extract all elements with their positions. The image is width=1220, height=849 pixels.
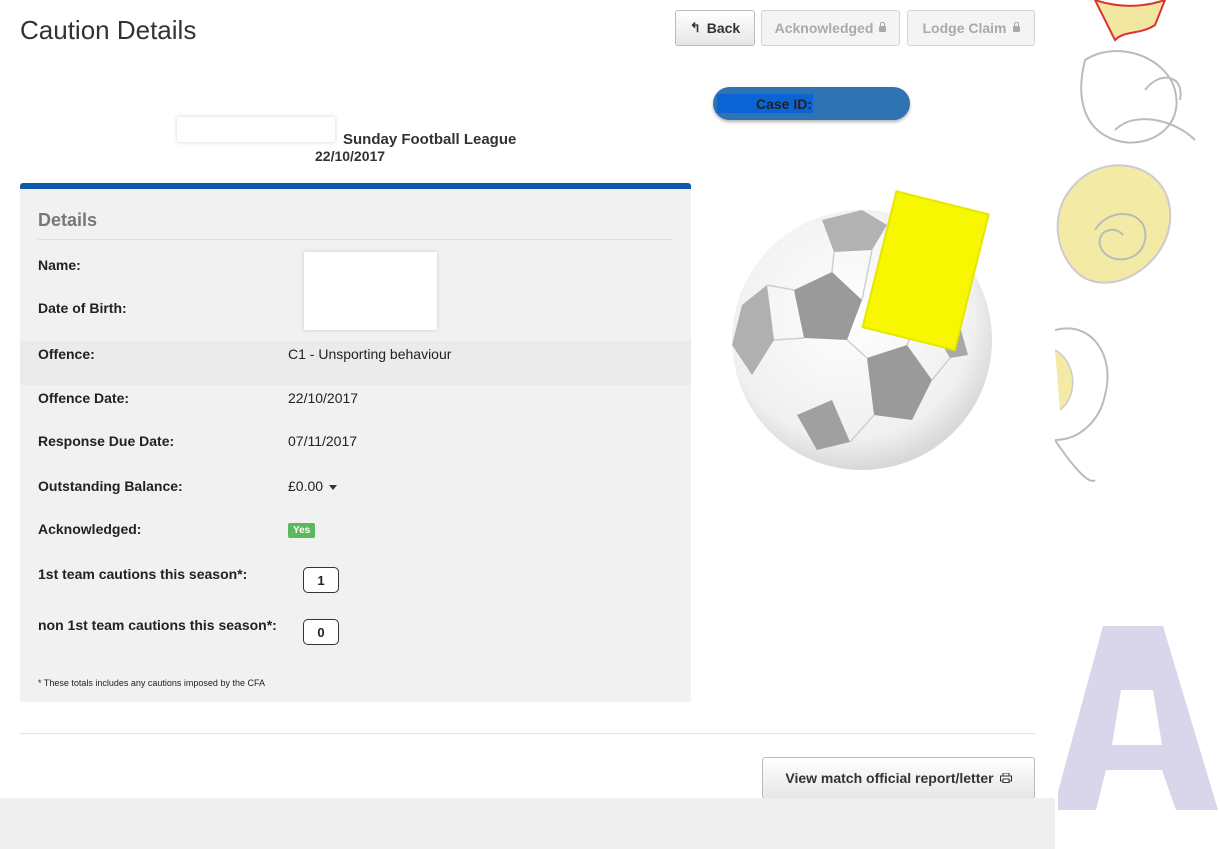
non-first-team-cautions-count: 0 [303,619,339,645]
view-report-button-label: View match official report/letter [785,770,994,786]
acknowledged-button[interactable]: Acknowledged [761,10,900,46]
back-button[interactable]: ↰ Back [675,10,755,46]
section-divider [20,733,1035,734]
details-heading: Details [38,210,98,230]
non-first-team-cautions-label: non 1st team cautions this season*: [38,617,277,633]
offence-date-value: 22/10/2017 [288,390,359,406]
page-title: Caution Details [20,15,197,45]
lock-icon [1012,22,1020,32]
back-button-label: Back [706,20,741,36]
balance-value: £0.00 [288,478,324,494]
response-due-label: Response Due Date: [38,433,175,449]
first-team-cautions-count: 1 [303,567,339,593]
first-team-cautions-label: 1st team cautions this season*: [38,566,248,582]
offence-label: Offence: [38,346,95,362]
match-date: 22/10/2017 [315,148,386,164]
club-name-redaction [177,117,335,142]
acknowledged-badge: Yes [288,523,316,538]
view-report-button[interactable]: View match official report/letter [762,757,1035,799]
football-yellow-card-illustration [732,190,992,470]
lodge-claim-button-label: Lodge Claim [922,20,1007,36]
cautions-footnote: * These totals includes any cautions imp… [38,678,265,688]
lock-icon [879,22,887,32]
personal-details-redaction [304,252,437,330]
case-id-label: Case ID: [756,95,813,112]
lodge-claim-button[interactable]: Lodge Claim [907,10,1035,46]
dob-label: Date of Birth: [38,300,127,316]
offence-value: C1 - Unsporting behaviour [288,346,452,362]
balance-dropdown[interactable]: £0.00 [288,478,338,494]
divider [38,239,673,240]
acknowledged-label: Acknowledged: [38,521,142,537]
decorative-letter-a [1058,626,1218,810]
reply-icon: ↰ [689,20,701,35]
league-name: Sunday Football League [343,131,517,148]
balance-label: Outstanding Balance: [38,478,183,494]
name-label: Name: [38,257,81,273]
caret-down-icon [329,484,338,490]
acknowledged-button-label: Acknowledged [774,20,874,36]
details-panel: Details Name: Date of Birth: Offence: C1… [20,183,691,702]
case-id-badge: Case ID: [713,87,910,120]
footer-bar [0,798,1055,849]
response-due-value: 07/11/2017 [288,433,358,449]
print-icon [999,773,1012,783]
offence-date-label: Offence Date: [38,390,130,406]
